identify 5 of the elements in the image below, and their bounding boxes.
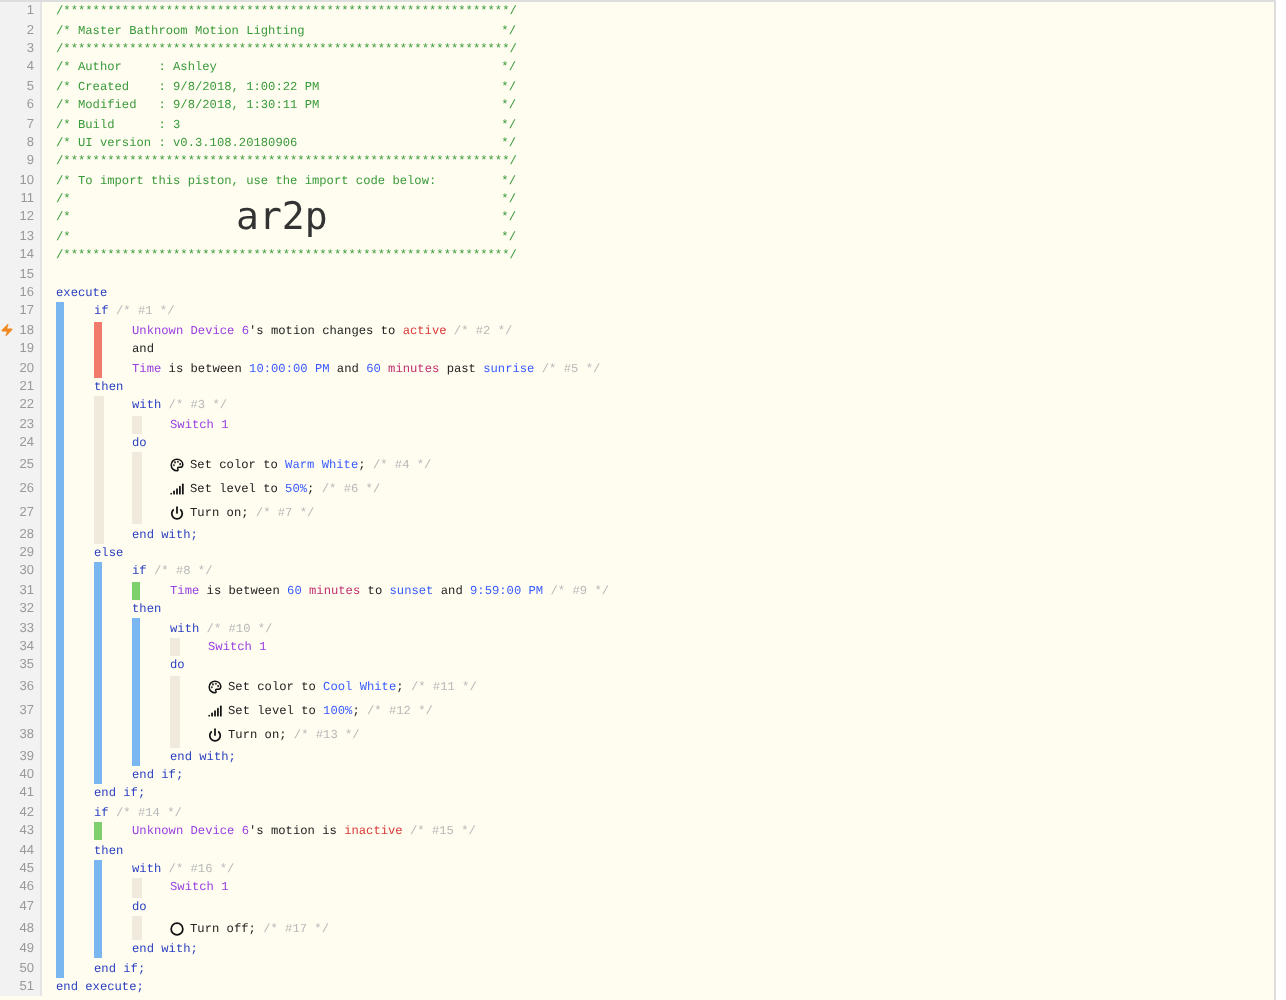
circle-icon [170,916,184,941]
import-code: ar2p [236,198,328,237]
power-icon [208,723,222,747]
palette-icon [208,675,222,699]
power-icon [170,500,184,525]
